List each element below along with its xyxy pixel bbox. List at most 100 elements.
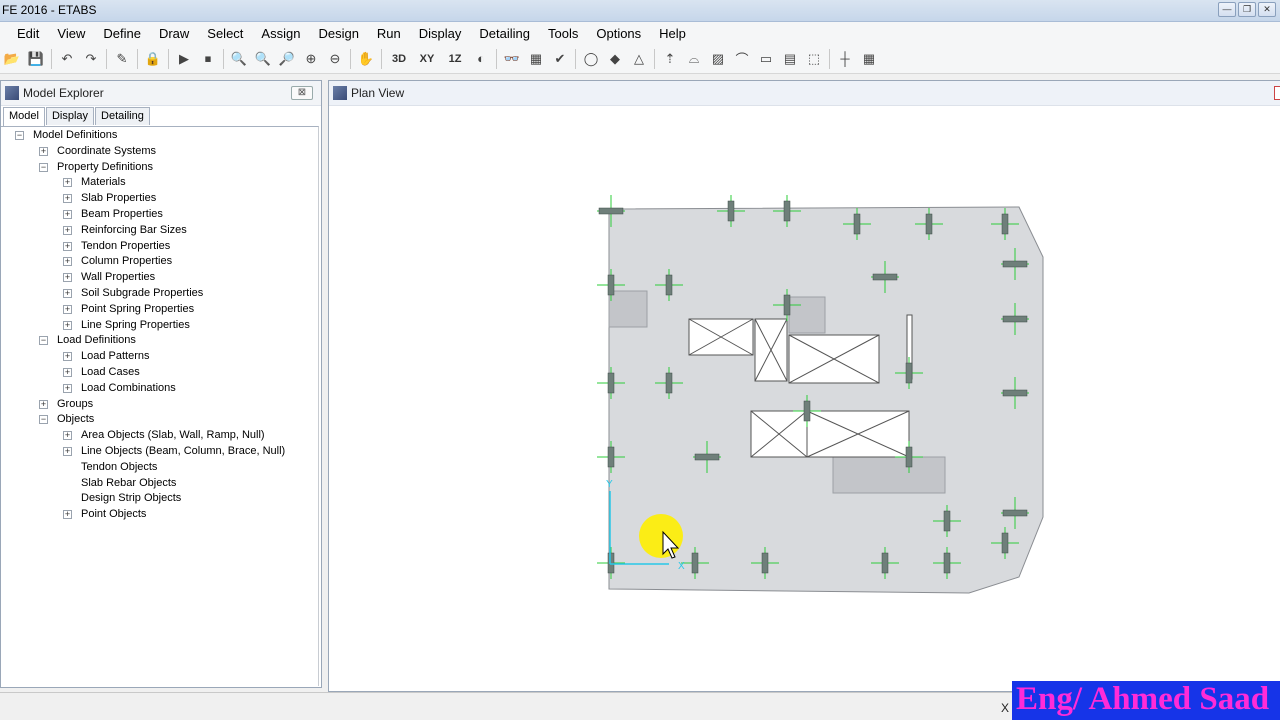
menu-select[interactable]: Select [198,26,252,41]
plan-view-close-button[interactable] [1274,86,1280,100]
tree-node[interactable]: Slab Rebar Objects [1,476,318,492]
tree-node[interactable]: + Coordinate Systems [1,144,318,160]
expand-icon[interactable]: + [63,304,72,314]
grid-icon[interactable]: ┼ [834,48,856,70]
tree-node[interactable]: − Objects [1,412,318,428]
tree-node[interactable]: + Point Objects [1,507,318,523]
tree-node[interactable]: Design Strip Objects [1,491,318,507]
menu-edit[interactable]: Edit [8,26,48,41]
check-icon[interactable]: ✔ [549,48,571,70]
tree-node[interactable]: + Line Objects (Beam, Column, Brace, Null… [1,444,318,460]
zoom-window-icon[interactable]: 🔍 [228,48,250,70]
menu-options[interactable]: Options [587,26,650,41]
menu-detailing[interactable]: Detailing [470,26,539,41]
tree-node[interactable]: + Column Properties [1,254,318,270]
draw-wall-icon[interactable]: ▨ [707,48,729,70]
minimize-button[interactable]: — [1218,2,1236,17]
draw-point-icon[interactable]: ⇡ [659,48,681,70]
redo-icon[interactable]: ↷ [80,48,102,70]
tree-node[interactable]: + Beam Properties [1,207,318,223]
run-icon[interactable]: ▶ [173,48,195,70]
view-xy-button[interactable]: XY [414,48,440,70]
tree-node[interactable]: + Load Cases [1,365,318,381]
menu-draw[interactable]: Draw [150,26,198,41]
draw-slab-icon[interactable]: ▭ [755,48,777,70]
tree-node[interactable]: − Property Definitions [1,160,318,176]
pan-icon[interactable]: ✋ [355,48,377,70]
tree-node[interactable]: + Wall Properties [1,270,318,286]
grid-select-icon[interactable]: ▦ [525,48,547,70]
view-3d-button[interactable]: 3D [386,48,412,70]
download-diamond-icon[interactable]: ◆ [604,48,626,70]
menu-define[interactable]: Define [94,26,150,41]
draw-beam-icon[interactable]: ⌓ [683,48,705,70]
warning-triangle-icon[interactable]: △ [628,48,650,70]
view-1z-button[interactable]: 1Z [442,48,468,70]
expand-icon[interactable]: + [63,352,72,362]
tab-detailing[interactable]: Detailing [95,107,150,125]
expand-icon[interactable]: + [63,241,72,251]
close-button[interactable]: ✕ [1258,2,1276,17]
zoom-all-icon[interactable]: 🔎 [276,48,298,70]
menu-help[interactable]: Help [650,26,695,41]
menu-display[interactable]: Display [410,26,471,41]
collapse-icon[interactable]: − [39,336,48,346]
circle-icon[interactable]: ◯ [580,48,602,70]
collapse-icon[interactable]: − [39,415,48,425]
menu-tools[interactable]: Tools [539,26,587,41]
expand-icon[interactable]: + [63,320,72,330]
perspective-icon[interactable]: ◐ [470,48,492,70]
undo-icon[interactable]: ↶ [56,48,78,70]
expand-icon[interactable]: + [63,367,72,377]
draw-ramp-icon[interactable]: ⌒ [731,48,753,70]
expand-icon[interactable]: + [63,209,72,219]
glasses-icon[interactable]: 👓 [501,48,523,70]
expand-icon[interactable]: + [63,194,72,204]
pencil-icon[interactable]: ✎ [111,48,133,70]
menu-run[interactable]: Run [368,26,410,41]
zoom-in-icon[interactable]: ⊕ [300,48,322,70]
zoom-out-icon[interactable]: ⊖ [324,48,346,70]
open-icon[interactable]: 📂 [1,48,23,70]
tree-node[interactable]: + Line Spring Properties [1,318,318,334]
tree-node[interactable]: + Load Combinations [1,381,318,397]
zoom-restore-icon[interactable]: 🔍 [252,48,274,70]
expand-icon[interactable]: + [63,431,72,441]
menu-design[interactable]: Design [309,26,367,41]
expand-icon[interactable]: + [63,383,72,393]
expand-icon[interactable]: + [63,510,72,520]
tree-node[interactable]: + Area Objects (Slab, Wall, Ramp, Null) [1,428,318,444]
tree-node[interactable]: + Tendon Properties [1,239,318,255]
collapse-icon[interactable]: − [39,162,48,172]
expand-icon[interactable]: + [63,446,72,456]
lock-icon[interactable]: 🔒 [142,48,164,70]
tree-node[interactable]: + Slab Properties [1,191,318,207]
stop-icon[interactable]: ⏹ [197,48,219,70]
table-icon[interactable]: ▦ [858,48,880,70]
expand-icon[interactable]: + [39,399,48,409]
maximize-button[interactable]: ❐ [1238,2,1256,17]
collapse-icon[interactable]: − [15,131,24,140]
tree-node[interactable]: + Soil Subgrade Properties [1,286,318,302]
tree-node[interactable]: + Reinforcing Bar Sizes [1,223,318,239]
tree-node[interactable]: − Model Definitions [1,128,318,144]
menu-assign[interactable]: Assign [252,26,309,41]
expand-icon[interactable]: + [39,146,48,156]
explorer-close-button[interactable]: ⊠ [291,86,313,100]
status-close-x[interactable]: X [1001,701,1009,715]
tree-node[interactable]: − Load Definitions [1,333,318,349]
menu-view[interactable]: View [48,26,94,41]
plan-canvas[interactable]: X Y [329,107,1280,689]
expand-icon[interactable]: + [63,178,72,188]
tree-node[interactable]: + Point Spring Properties [1,302,318,318]
tab-model[interactable]: Model [3,107,45,126]
tree-node[interactable]: + Materials [1,175,318,191]
tree-node[interactable]: + Load Patterns [1,349,318,365]
expand-icon[interactable]: + [63,288,72,298]
expand-icon[interactable]: + [63,257,72,267]
expand-icon[interactable]: + [63,225,72,235]
tree-node[interactable]: + Groups [1,397,318,413]
draw-strip-icon[interactable]: ▤ [779,48,801,70]
expand-icon[interactable]: + [63,273,72,283]
tab-display[interactable]: Display [45,107,95,125]
